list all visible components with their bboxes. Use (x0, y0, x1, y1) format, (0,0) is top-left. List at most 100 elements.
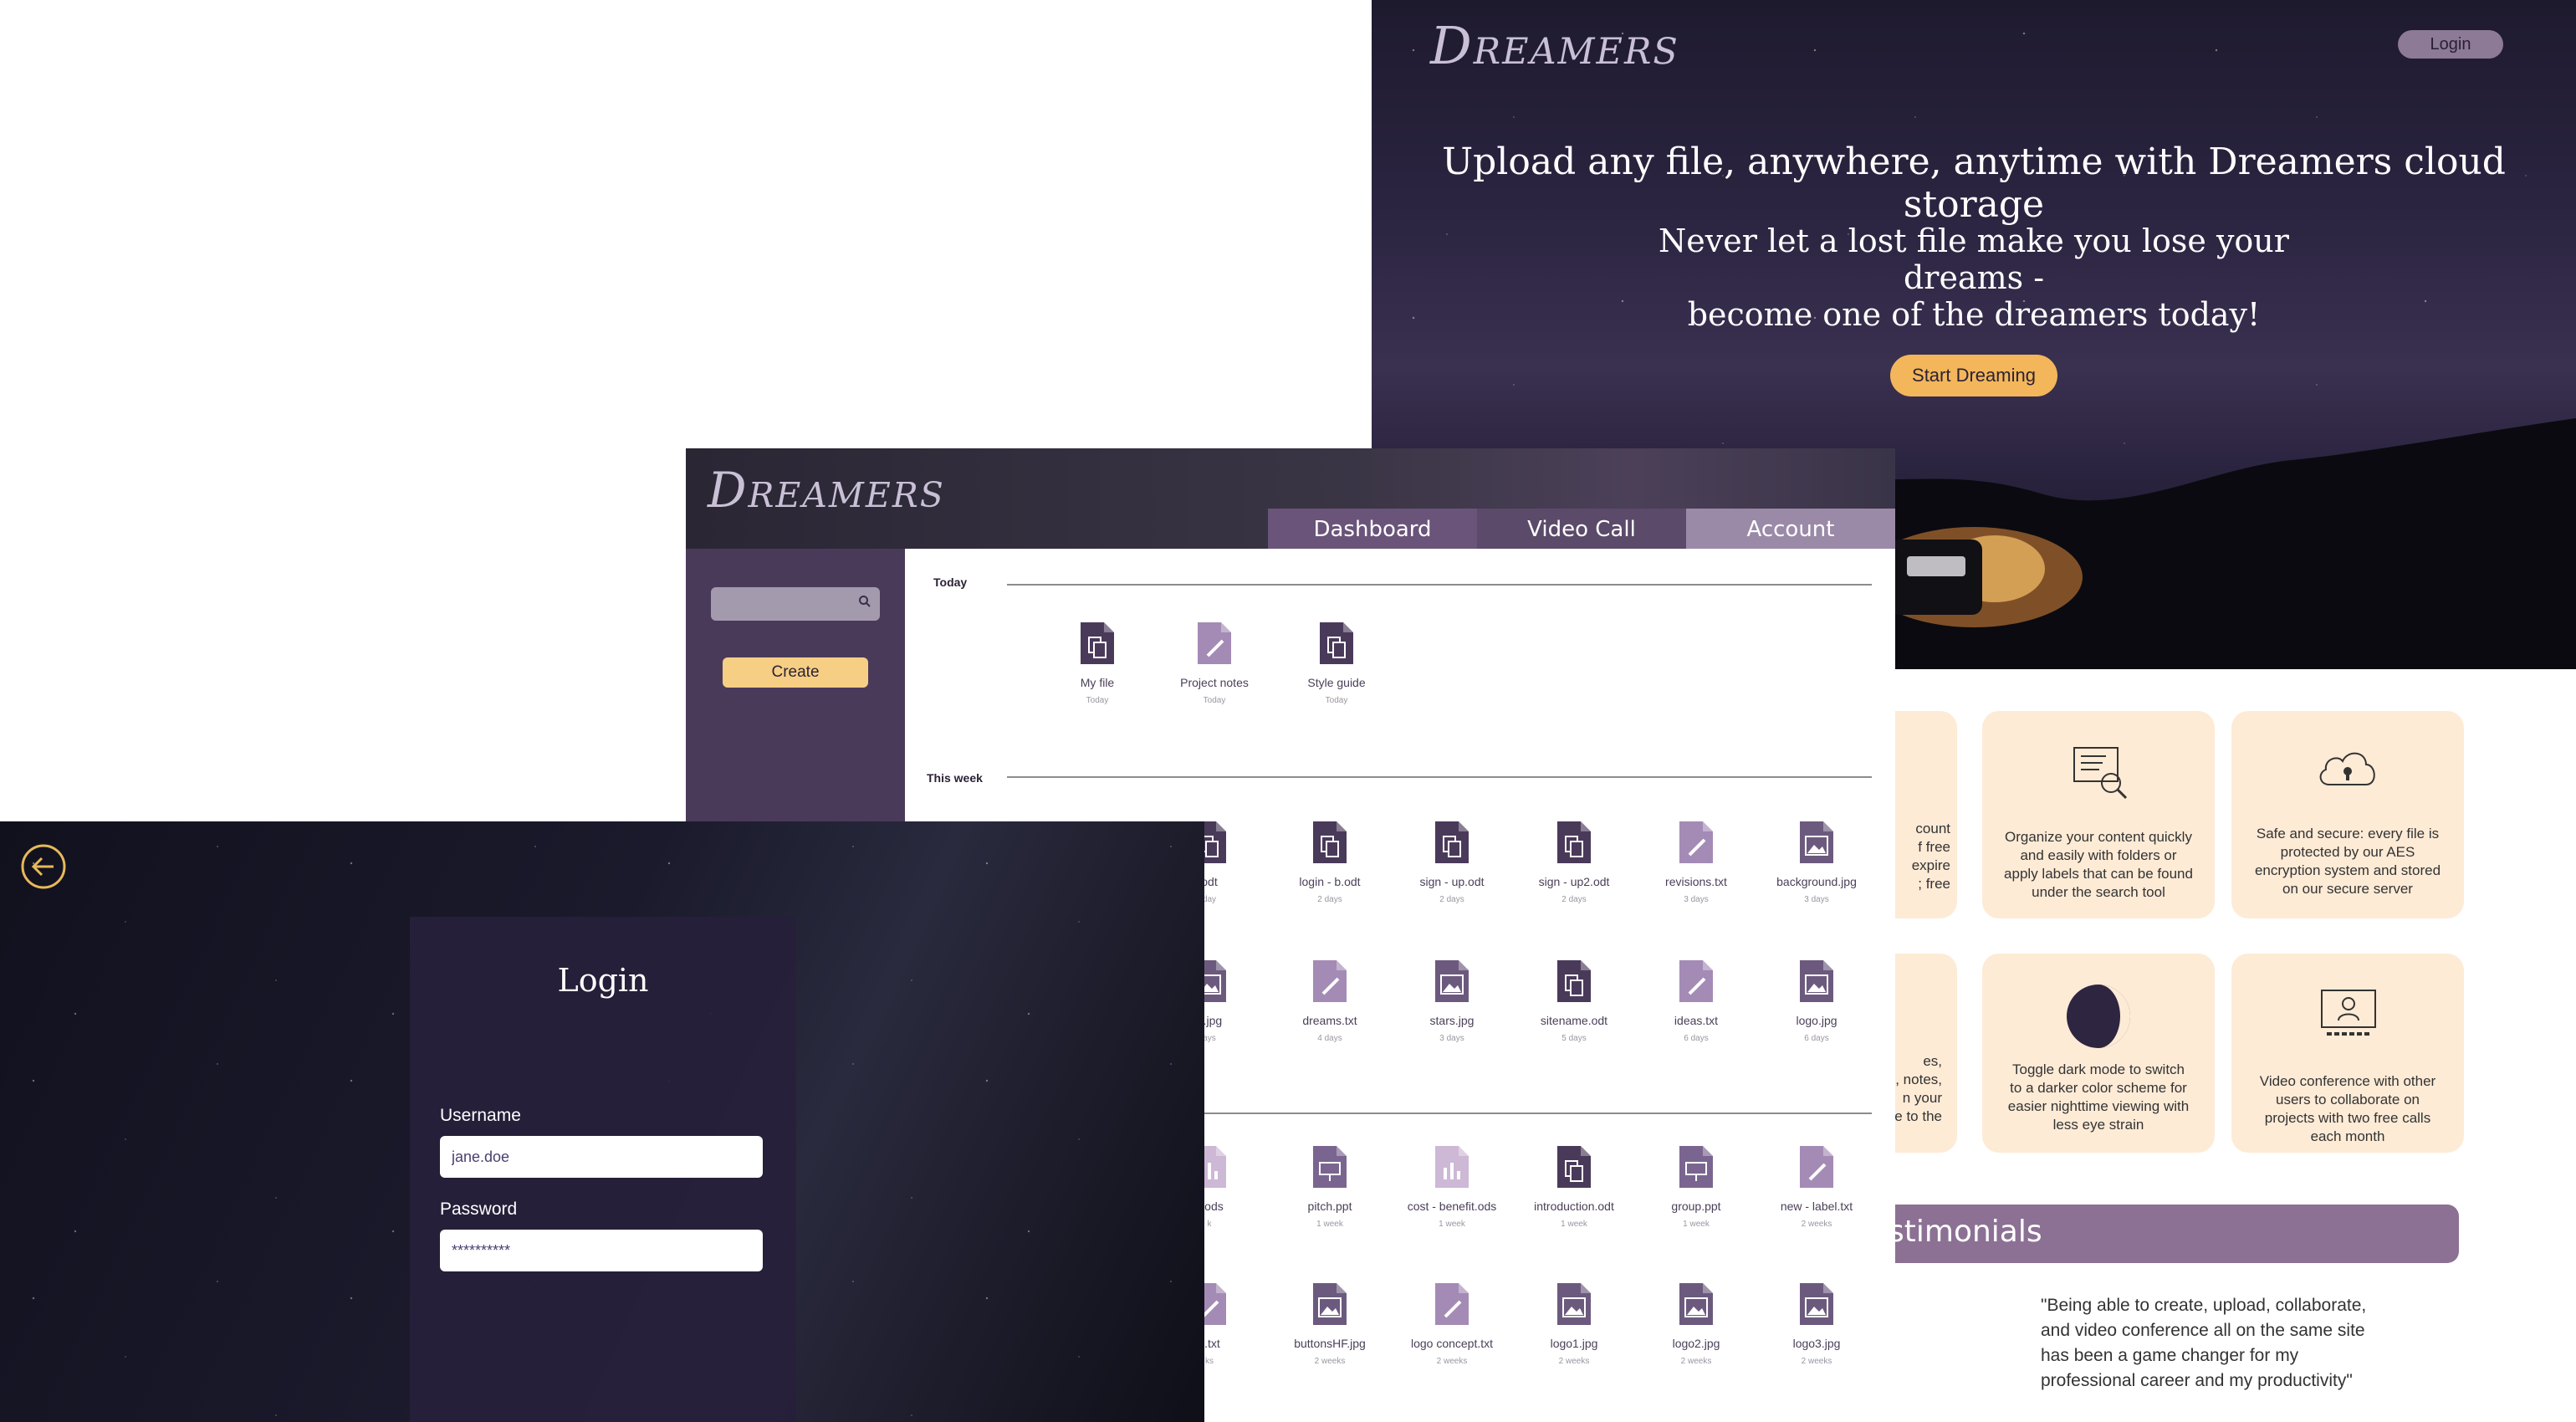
quote-line: has been a game changer for my (2041, 1346, 2299, 1365)
file-date: 2 weeks (1314, 1357, 1346, 1366)
hero-subtitle-line: become one of the dreamers today! (1687, 296, 2261, 333)
file-item[interactable]: My file Today (1035, 621, 1160, 705)
file-item[interactable]: login - b.odt 2 days (1267, 820, 1393, 904)
slides-file-icon (1679, 1146, 1713, 1188)
login-title: Login (557, 962, 649, 999)
file-date: 4 days (1317, 1034, 1342, 1043)
file-item[interactable]: new - label.txt 2 weeks (1754, 1144, 1879, 1229)
username-label: Username (440, 1106, 521, 1125)
file-date: Today (1086, 696, 1109, 705)
file-name: dreams.txt (1302, 1014, 1357, 1027)
file-date: 2 weeks (1680, 1357, 1712, 1366)
file-date: 3 days (1439, 1034, 1464, 1043)
feature-line: under the search tool (2032, 884, 2165, 900)
section-divider (1007, 584, 1872, 586)
image-file-icon (1800, 1283, 1833, 1325)
feature-line: Video conference with other (2259, 1073, 2436, 1089)
text-file-icon (1198, 622, 1231, 664)
file-name: Style guide (1307, 676, 1366, 689)
tab-video-call[interactable]: Video Call (1477, 509, 1686, 549)
login-page: Login Username Password (0, 821, 1204, 1422)
tab-dashboard[interactable]: Dashboard (1268, 509, 1477, 549)
feature-card: Organize your content quickly and easily… (1982, 711, 2215, 918)
file-name: My file (1080, 676, 1115, 689)
file-date: 1 week (1439, 1220, 1465, 1229)
feature-text: Video conference with other users to col… (2248, 1072, 2447, 1146)
file-date: Today (1325, 696, 1348, 705)
login-panel: Login Username Password (410, 917, 796, 1422)
feature-line: easier nighttime viewing with (2007, 1098, 2190, 1114)
testimonial-quote: "Being able to create, upload, collabora… (2041, 1293, 2392, 1394)
back-arrow-icon[interactable] (20, 843, 67, 890)
file-name: logo1.jpg (1550, 1337, 1598, 1350)
text-file-icon (1313, 960, 1347, 1002)
file-item[interactable]: dreams.txt 4 days (1267, 959, 1393, 1043)
file-name: sitename.odt (1540, 1014, 1608, 1027)
feature-line: on our secure server (2282, 881, 2413, 897)
file-name: revisions.txt (1665, 875, 1727, 888)
search-icon[interactable] (858, 595, 871, 608)
file-item[interactable]: logo2.jpg 2 weeks (1633, 1281, 1759, 1366)
file-date: 1 week (1316, 1220, 1343, 1229)
file-item[interactable]: group.ppt 1 week (1633, 1144, 1759, 1229)
file-item[interactable]: pitch.ppt 1 week (1267, 1144, 1393, 1229)
file-name: login - b.odt (1299, 875, 1361, 888)
username-input[interactable] (440, 1136, 763, 1178)
document-file-icon (1435, 821, 1469, 863)
file-item[interactable]: logo1.jpg 2 weeks (1511, 1281, 1637, 1366)
file-item[interactable]: Project notes Today (1152, 621, 1277, 705)
file-item[interactable]: Style guide Today (1274, 621, 1399, 705)
file-name: stars.jpg (1429, 1014, 1475, 1027)
dashboard-header: Dreamers Dashboard Video Call Account (686, 448, 1895, 549)
document-file-icon (1557, 960, 1591, 1002)
file-date: 2 weeks (1436, 1357, 1468, 1366)
file-item[interactable]: sign - up2.odt 2 days (1511, 820, 1637, 904)
section-today-label: Today (933, 575, 968, 589)
brand-logo: Dreamers (708, 462, 945, 519)
sheet-file-icon (1435, 1146, 1469, 1188)
feature-line: projects with two free calls (2264, 1110, 2431, 1126)
file-item[interactable]: logo concept.txt 2 weeks (1389, 1281, 1515, 1366)
create-button[interactable]: Create (723, 657, 868, 688)
file-name: pitch.ppt (1307, 1199, 1352, 1213)
file-item[interactable]: logo3.jpg 2 weeks (1754, 1281, 1879, 1366)
file-date: 3 days (1804, 895, 1829, 904)
file-date: 5 days (1561, 1034, 1587, 1043)
login-button[interactable]: Login (2398, 30, 2503, 59)
document-file-icon (1557, 1146, 1591, 1188)
file-name: logo.jpg (1796, 1014, 1837, 1027)
section-divider (1007, 776, 1872, 778)
feature-line: Safe and secure: every file is (2256, 826, 2440, 841)
file-item[interactable]: background.jpg 3 days (1754, 820, 1879, 904)
file-date: 1 week (1683, 1220, 1710, 1229)
document-file-icon (1320, 622, 1353, 664)
start-dreaming-button[interactable]: Start Dreaming (1890, 355, 2057, 396)
file-date: 1 week (1561, 1220, 1587, 1229)
video-conference-icon (2321, 990, 2376, 1036)
file-item[interactable]: cost - benefit.ods 1 week (1389, 1144, 1515, 1229)
tab-account[interactable]: Account (1686, 509, 1895, 549)
file-name: buttonsHF.jpg (1294, 1337, 1366, 1350)
moon-icon (2067, 985, 2130, 1048)
file-item[interactable]: sitename.odt 5 days (1511, 959, 1637, 1043)
file-item[interactable]: revisions.txt 3 days (1633, 820, 1759, 904)
feature-line: apply labels that can be found (2004, 866, 2193, 882)
search-input[interactable] (711, 587, 880, 621)
slides-file-icon (1313, 1146, 1347, 1188)
feature-text: Safe and secure: every file is protected… (2248, 825, 2447, 898)
image-file-icon (1557, 1283, 1591, 1325)
file-name: logo2.jpg (1672, 1337, 1720, 1350)
file-item[interactable]: sign - up.odt 2 days (1389, 820, 1515, 904)
file-item[interactable]: stars.jpg 3 days (1389, 959, 1515, 1043)
password-input[interactable] (440, 1230, 763, 1271)
section-divider (1204, 1113, 1872, 1114)
file-item[interactable]: buttonsHF.jpg 2 weeks (1267, 1281, 1393, 1366)
file-item[interactable]: logo.jpg 6 days (1754, 959, 1879, 1043)
file-date: 6 days (1804, 1034, 1829, 1043)
file-item[interactable]: introduction.odt 1 week (1511, 1144, 1637, 1229)
quote-line: professional career and my productivity" (2041, 1371, 2353, 1390)
text-file-icon (1679, 960, 1713, 1002)
file-item[interactable]: ideas.txt 6 days (1633, 959, 1759, 1043)
hero-subtitle-line: Never let a lost file make you lose your… (1659, 223, 2289, 296)
file-date: 2 days (1317, 895, 1342, 904)
